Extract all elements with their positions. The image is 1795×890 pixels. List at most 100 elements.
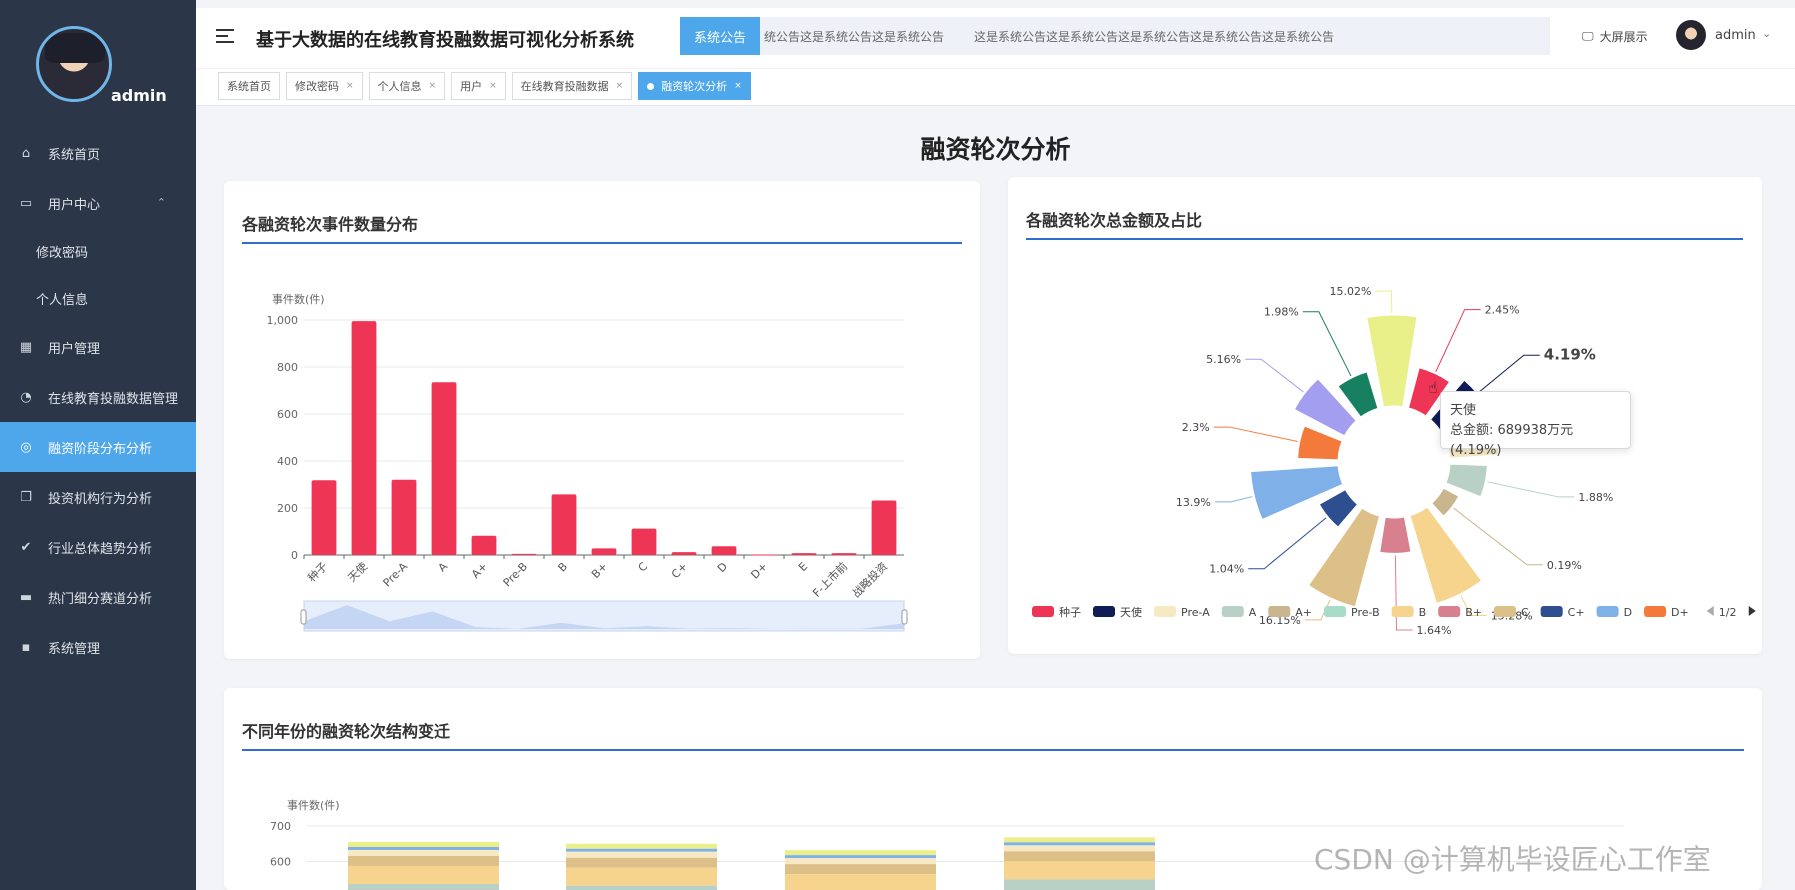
legend-swatch[interactable] [1093,606,1115,617]
legend-swatch[interactable] [1154,606,1176,617]
legend-label[interactable]: B+ [1465,606,1482,619]
stack-segment[interactable] [566,848,717,852]
rose-slice[interactable] [1366,314,1418,408]
sidebar-item-trend-analysis[interactable]: ✔ 行业总体趋势分析 [0,522,196,572]
sidebar-item-change-password[interactable]: 修改密码 [0,228,196,275]
legend-label[interactable]: B [1419,606,1427,619]
stack-segment[interactable] [566,851,717,858]
tab-3[interactable]: 用户 × [451,72,506,100]
close-icon[interactable]: × [734,81,742,91]
slice-label: 15.02% [1329,285,1371,298]
rose-slice[interactable] [1379,516,1412,554]
legend-swatch[interactable] [1493,606,1516,617]
stack-segment[interactable] [1004,845,1155,852]
bar[interactable] [551,494,577,555]
stack-segment[interactable] [1004,837,1155,843]
stack-segment[interactable] [566,843,717,849]
legend-label[interactable]: 种子 [1059,605,1081,619]
stack-segment[interactable] [1004,842,1155,846]
rose-slice[interactable] [1318,489,1358,528]
stack-segment[interactable] [348,865,499,884]
legend-prev-icon[interactable] [1706,606,1714,616]
close-icon[interactable]: × [346,81,354,91]
tab-4[interactable]: 在线教育投融数据 × [511,72,633,100]
stack-segment[interactable] [1004,861,1155,880]
legend-swatch[interactable] [1324,606,1347,617]
bar[interactable] [831,553,857,555]
bar[interactable] [431,382,457,555]
legend-next-icon[interactable] [1748,606,1756,616]
tab-0[interactable]: 系统首页 [218,72,280,100]
bar[interactable] [751,554,777,556]
legend-swatch[interactable] [1644,606,1667,617]
legend-label[interactable]: A+ [1295,606,1312,619]
bar[interactable] [671,552,697,555]
legend-swatch[interactable] [1268,606,1291,617]
close-icon[interactable]: × [616,81,624,91]
bar[interactable] [511,553,537,555]
datazoom-handle-right[interactable] [901,609,908,625]
hamburger-icon[interactable] [216,29,234,45]
stack-segment[interactable] [785,864,936,875]
sidebar-item-system[interactable]: ▪ 系统管理 [0,622,196,672]
legend-swatch[interactable] [1438,606,1461,617]
stack-segment[interactable] [348,855,499,866]
bar[interactable] [351,321,377,555]
legend-label[interactable]: D+ [1671,606,1689,619]
stack-segment[interactable] [566,857,717,868]
bigscreen-button[interactable]: 🖵 大屏展示 [1582,28,1648,45]
chevron-down-icon[interactable]: ⌄ [1762,27,1771,40]
sidebar-item-user-center[interactable]: ▭ 用户中心 ⌃ [0,178,196,228]
bar[interactable] [311,480,337,555]
legend-label[interactable]: Pre-B [1351,606,1380,619]
sidebar-item-home[interactable]: ⌂ 系统首页 [0,128,196,178]
tab-1[interactable]: 修改密码 × [286,72,363,100]
bar[interactable] [591,548,617,555]
close-icon[interactable]: × [489,81,497,91]
sidebar-item-track-analysis[interactable]: ▬ 热门细分赛道分析 [0,572,196,622]
rose-slice[interactable] [1445,463,1488,498]
datazoom-handle-left[interactable] [300,609,307,625]
bar[interactable] [471,535,497,555]
rose-slice[interactable] [1431,487,1460,517]
legend-swatch[interactable] [1032,606,1054,617]
tab-2[interactable]: 个人信息 × [368,72,446,100]
sidebar-item-user-management[interactable]: ▦ 用户管理 [0,322,196,372]
sidebar-item-investor-analysis[interactable]: ❐ 投资机构行为分析 [0,472,196,522]
stack-segment[interactable] [785,858,936,865]
legend-swatch[interactable] [1540,606,1563,617]
legend-label[interactable]: D [1624,606,1632,619]
bar[interactable] [391,479,417,555]
legend-label[interactable]: 天使 [1120,606,1142,619]
sidebar-item-stage-analysis[interactable]: ◎ 融资阶段分布分析 [0,422,196,472]
legend-label[interactable]: A [1249,606,1257,619]
legend-swatch[interactable] [1391,606,1414,617]
legend-label[interactable]: C [1521,606,1529,619]
stack-segment[interactable] [348,846,499,850]
stack-segment[interactable] [785,855,936,859]
stack-segment[interactable] [1004,879,1155,890]
stack-segment[interactable] [1004,851,1155,862]
bar[interactable] [631,528,657,555]
stack-segment[interactable] [348,841,499,847]
stack-segment[interactable] [348,849,499,856]
stack-segment[interactable] [785,850,936,856]
legend-label[interactable]: Pre-A [1181,606,1210,619]
stack-segment[interactable] [566,885,717,890]
stack-segment[interactable] [785,874,936,890]
sidebar-item-profile[interactable]: 个人信息 [0,275,196,322]
legend-swatch[interactable] [1596,606,1619,617]
bar[interactable] [791,553,817,555]
stack-segment[interactable] [566,867,717,886]
tab-5[interactable]: 融资轮次分析 × [638,72,751,100]
legend-swatch[interactable] [1221,606,1244,617]
bar[interactable] [871,500,897,555]
legend-label[interactable]: C+ [1568,606,1585,619]
bar[interactable] [711,546,737,555]
stack-segment[interactable] [348,883,499,890]
sidebar-item-data-management[interactable]: ◔ 在线教育投融数据管理 [0,372,196,422]
header-username[interactable]: admin [1715,28,1756,43]
close-icon[interactable]: × [429,81,437,91]
avatar[interactable] [1676,20,1706,50]
chart-tooltip: 天使 总金额: 689938万元 (4.19%) [1440,391,1631,458]
